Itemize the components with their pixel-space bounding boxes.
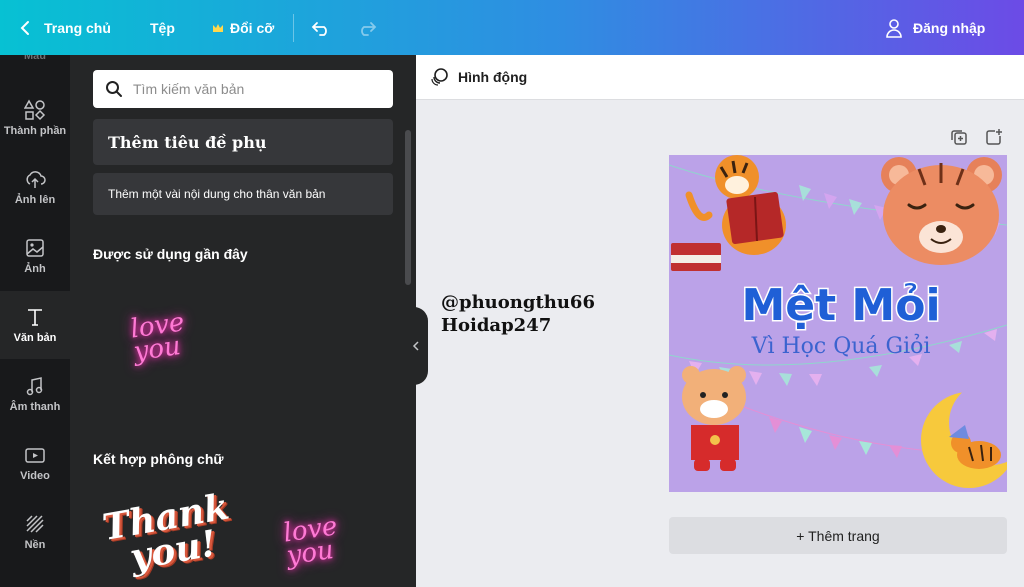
shapes-icon	[24, 99, 46, 121]
rail-item-text[interactable]: Văn bản	[0, 291, 70, 359]
file-menu[interactable]: Tệp	[150, 0, 175, 55]
rail-label-text: Văn bản	[13, 332, 57, 344]
toolbar-divider	[293, 14, 294, 42]
background-icon	[26, 515, 44, 533]
add-body-text-label: Thêm một vài nội dung cho thân văn bản	[108, 187, 326, 201]
design-title[interactable]: Mệt Mỏi	[740, 279, 942, 333]
search-box[interactable]	[93, 70, 393, 108]
undo-icon	[311, 21, 327, 36]
file-label: Tệp	[150, 19, 175, 36]
rail-label-photos: Ảnh	[24, 263, 46, 275]
animate-label: Hình động	[458, 69, 528, 85]
video-icon	[25, 448, 45, 463]
redo-button[interactable]	[357, 0, 377, 55]
rail-item-audio[interactable]: Âm thanh	[0, 360, 70, 428]
rail-item-video[interactable]: Video	[0, 429, 70, 497]
watermark-text: @phuongthu66 Hoidap247	[441, 291, 595, 337]
left-rail: Màu Thành phần Ảnh lên Ảnh Văn bản Âm th…	[0, 55, 70, 587]
undo-button[interactable]	[311, 0, 331, 55]
duplicate-icon	[951, 130, 967, 145]
music-icon	[26, 377, 43, 396]
bunting-flags-bottom	[769, 417, 902, 458]
rail-item-photos[interactable]: Ảnh	[0, 222, 70, 290]
duplicate-page-button[interactable]	[950, 128, 970, 148]
thank-you-template[interactable]: Thank you!	[99, 486, 237, 579]
font-combos-title: Kết hợp phông chữ	[93, 451, 224, 467]
rail-label-audio: Âm thanh	[9, 401, 61, 413]
home-label: Trang chủ	[44, 19, 111, 36]
add-body-text-button[interactable]: Thêm một vài nội dung cho thân văn bản	[93, 173, 393, 215]
chevron-left-icon	[412, 341, 419, 351]
watermark-line1: @phuongthu66	[441, 292, 595, 313]
editor-toolbar: Hình động	[416, 55, 1024, 100]
recent-section-title: Được sử dụng gần đây	[93, 246, 248, 262]
panel-scrollbar[interactable]	[405, 130, 411, 285]
search-input[interactable]	[133, 81, 373, 97]
home-button[interactable]: Trang chủ	[18, 0, 111, 55]
cloud-upload-icon	[26, 171, 46, 188]
search-icon	[106, 81, 122, 97]
rail-label-elements: Thành phần	[3, 125, 67, 137]
crown-icon	[213, 23, 223, 32]
rail-item-background[interactable]: Nền	[0, 498, 70, 566]
add-page-icon-button[interactable]	[985, 128, 1005, 148]
design-subtitle[interactable]: Vì Học Quá Giỏi	[751, 333, 931, 359]
tiger-face-illustration	[881, 157, 1002, 265]
add-page-icon	[986, 129, 1002, 145]
redo-icon	[361, 21, 377, 36]
add-page-label: + Thêm trang	[796, 527, 880, 544]
watermark-line2: Hoidap247	[441, 315, 552, 336]
moon-sleeping-tiger-illustration	[921, 381, 1007, 488]
collapse-panel-handle[interactable]	[404, 307, 428, 385]
design-artwork: Mệt Mỏi Vì Học Quá Giỏi	[669, 155, 1007, 488]
rail-item-uploads[interactable]: Ảnh lên	[0, 153, 70, 221]
design-canvas[interactable]: Mệt Mỏi Vì Học Quá Giỏi	[669, 155, 1007, 492]
login-label: Đăng nhập	[913, 19, 986, 36]
top-bar: Trang chủ Tệp Đổi cỡ Đăng nhập	[0, 0, 1024, 55]
text-icon	[28, 309, 42, 326]
chevron-left-icon	[20, 20, 29, 35]
rail-item-colors-partial[interactable]: Màu	[0, 55, 70, 69]
tiger-red-outfit-illustration	[682, 366, 746, 471]
image-icon	[26, 239, 44, 257]
rail-label-video: Video	[20, 470, 50, 482]
animate-button[interactable]: Hình động	[430, 67, 527, 87]
text-panel: Thêm tiêu đề phụ Thêm một vài nội dung c…	[70, 55, 416, 587]
add-subheading-label: Thêm tiêu đề phụ	[108, 132, 267, 152]
animate-icon	[431, 68, 448, 86]
recent-text-template[interactable]: love you	[128, 307, 215, 368]
rail-label-background: Nền	[24, 539, 46, 551]
love-you-template[interactable]: love you	[281, 511, 368, 572]
login-button[interactable]: Đăng nhập	[885, 0, 985, 55]
add-subheading-button[interactable]: Thêm tiêu đề phụ	[93, 119, 393, 165]
recent-template-text: love you	[128, 307, 187, 368]
love-you-template-text: love you	[281, 511, 340, 572]
resize-button[interactable]: Đổi cỡ	[212, 0, 274, 55]
add-page-button[interactable]: + Thêm trang	[669, 517, 1007, 554]
resize-label: Đổi cỡ	[230, 19, 275, 36]
tiger-reading-illustration	[671, 155, 786, 271]
rail-label-uploads: Ảnh lên	[14, 194, 56, 206]
user-icon	[886, 18, 902, 38]
rail-item-elements[interactable]: Thành phần	[0, 84, 70, 152]
